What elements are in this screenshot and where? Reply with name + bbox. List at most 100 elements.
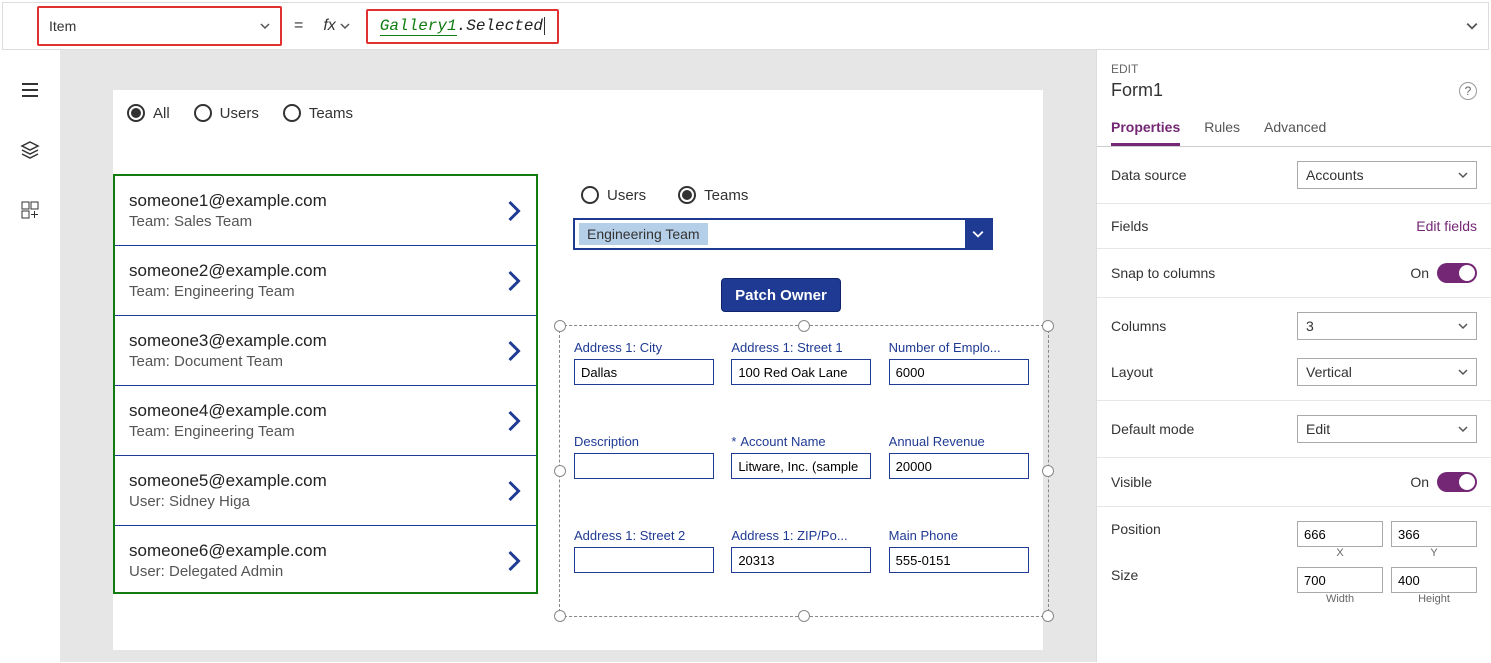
chevron-down-icon[interactable]: [1466, 20, 1478, 32]
resize-handle[interactable]: [554, 320, 566, 332]
field-input[interactable]: [731, 359, 871, 385]
chevron-right-icon: [506, 479, 522, 503]
components-icon[interactable]: [20, 200, 40, 220]
size-h-input[interactable]: [1391, 567, 1477, 593]
field-input[interactable]: [574, 359, 714, 385]
chevron-down-icon: [340, 21, 350, 31]
resize-handle[interactable]: [1042, 610, 1054, 622]
app-canvas: All Users Teams someone1@example.comTeam…: [113, 90, 1043, 650]
panel-context: EDIT: [1111, 62, 1477, 76]
radio-label: All: [153, 105, 170, 122]
help-icon[interactable]: ?: [1459, 82, 1477, 100]
resize-handle[interactable]: [554, 465, 566, 477]
field-label: Address 1: ZIP/Po...: [731, 528, 876, 543]
property-value: Item: [49, 18, 76, 34]
gallery-item-subtitle: User: Sidney Higa: [129, 493, 327, 510]
form-field: Description: [574, 434, 719, 508]
tab-rules[interactable]: Rules: [1204, 111, 1240, 146]
columns-select[interactable]: 3: [1297, 312, 1477, 340]
field-label: Address 1: Street 2: [574, 528, 719, 543]
radio-dot-icon: [283, 104, 301, 122]
radio-all[interactable]: All: [127, 104, 170, 122]
defaultmode-select[interactable]: Edit: [1297, 415, 1477, 443]
gallery-item[interactable]: someone1@example.comTeam: Sales Team: [115, 176, 536, 246]
formula-ref: Gallery1: [380, 17, 457, 36]
gallery-item-title: someone2@example.com: [129, 261, 327, 281]
gallery-item[interactable]: someone5@example.com User: Sidney Higa: [115, 456, 536, 526]
canvas-area[interactable]: All Users Teams someone1@example.comTeam…: [60, 50, 1096, 662]
toggle-label: On: [1410, 265, 1429, 281]
resize-handle[interactable]: [798, 320, 810, 332]
formula-input[interactable]: Gallery1.Selected: [366, 6, 1488, 46]
prop-label-snap: Snap to columns: [1111, 265, 1215, 281]
field-label: Main Phone: [889, 528, 1034, 543]
gallery-item-title: someone4@example.com: [129, 401, 327, 421]
dropdown-arrow-button[interactable]: [965, 220, 991, 248]
team-value: Engineering Team: [579, 223, 708, 245]
property-tabs: Properties Rules Advanced: [1097, 107, 1491, 147]
gallery-item[interactable]: someone4@example.comTeam: Engineering Te…: [115, 386, 536, 456]
layers-icon[interactable]: [20, 140, 40, 160]
snap-toggle[interactable]: On: [1410, 263, 1477, 283]
property-dropdown[interactable]: Item: [37, 6, 282, 46]
fx-button[interactable]: fx: [315, 17, 357, 35]
fx-label: fx: [323, 17, 335, 35]
resize-handle[interactable]: [554, 610, 566, 622]
gallery1[interactable]: someone1@example.comTeam: Sales Teamsome…: [113, 174, 538, 594]
form-filter: Users Teams: [581, 186, 748, 204]
tab-advanced[interactable]: Advanced: [1264, 111, 1326, 146]
prop-label-columns: Columns: [1111, 318, 1166, 334]
gallery-item-subtitle: User: Delegated Admin: [129, 563, 327, 580]
properties-panel: EDIT Form1 ? Properties Rules Advanced D…: [1096, 50, 1491, 662]
position-x-input[interactable]: [1297, 521, 1383, 547]
field-input[interactable]: [574, 547, 714, 573]
visible-toggle[interactable]: On: [1410, 472, 1477, 492]
field-input[interactable]: [731, 547, 871, 573]
size-w-input[interactable]: [1297, 567, 1383, 593]
resize-handle[interactable]: [798, 610, 810, 622]
resize-handle[interactable]: [1042, 320, 1054, 332]
prop-label-layout: Layout: [1111, 364, 1153, 380]
field-label: Address 1: City: [574, 340, 719, 355]
gallery-item[interactable]: someone3@example.comTeam: Document Team: [115, 316, 536, 386]
radio-dot-icon: [581, 186, 599, 204]
radio-users[interactable]: Users: [194, 104, 259, 122]
form1-selection[interactable]: Address 1: CityAddress 1: Street 1Number…: [559, 325, 1049, 617]
field-input[interactable]: [574, 453, 714, 479]
form-field: * Account Name: [731, 434, 876, 508]
hamburger-icon[interactable]: [20, 80, 40, 100]
radio-teams-form[interactable]: Teams: [678, 186, 748, 204]
radio-label: Teams: [704, 187, 748, 204]
chevron-down-icon: [1458, 367, 1468, 377]
chevron-right-icon: [506, 339, 522, 363]
radio-teams[interactable]: Teams: [283, 104, 353, 122]
radio-label: Users: [607, 187, 646, 204]
gallery-item-title: someone6@example.com: [129, 541, 327, 561]
field-input[interactable]: [889, 547, 1029, 573]
field-input[interactable]: [731, 453, 871, 479]
radio-users-form[interactable]: Users: [581, 186, 646, 204]
layout-select[interactable]: Vertical: [1297, 358, 1477, 386]
tab-properties[interactable]: Properties: [1111, 111, 1180, 146]
field-label: * Account Name: [731, 434, 876, 449]
equals-sign: =: [294, 17, 303, 35]
field-input[interactable]: [889, 453, 1029, 479]
chevron-down-icon: [1458, 170, 1468, 180]
gallery-item[interactable]: someone2@example.comTeam: Engineering Te…: [115, 246, 536, 316]
edit-fields-link[interactable]: Edit fields: [1416, 218, 1477, 234]
patch-owner-button[interactable]: Patch Owner: [721, 278, 841, 312]
gallery-item[interactable]: someone6@example.com User: Delegated Admi…: [115, 526, 536, 594]
position-y-input[interactable]: [1391, 521, 1477, 547]
gallery-item-title: someone5@example.com: [129, 471, 327, 491]
chevron-right-icon: [506, 409, 522, 433]
datasource-select[interactable]: Accounts: [1297, 161, 1477, 189]
form-field: Address 1: Street 1: [731, 340, 876, 414]
team-dropdown[interactable]: Engineering Team: [573, 218, 993, 250]
form-grid: Address 1: CityAddress 1: Street 1Number…: [574, 340, 1034, 602]
form-field: Main Phone: [889, 528, 1034, 602]
field-input[interactable]: [889, 359, 1029, 385]
chevron-right-icon: [506, 269, 522, 293]
radio-label: Users: [220, 105, 259, 122]
resize-handle[interactable]: [1042, 465, 1054, 477]
prop-label-fields: Fields: [1111, 218, 1148, 234]
